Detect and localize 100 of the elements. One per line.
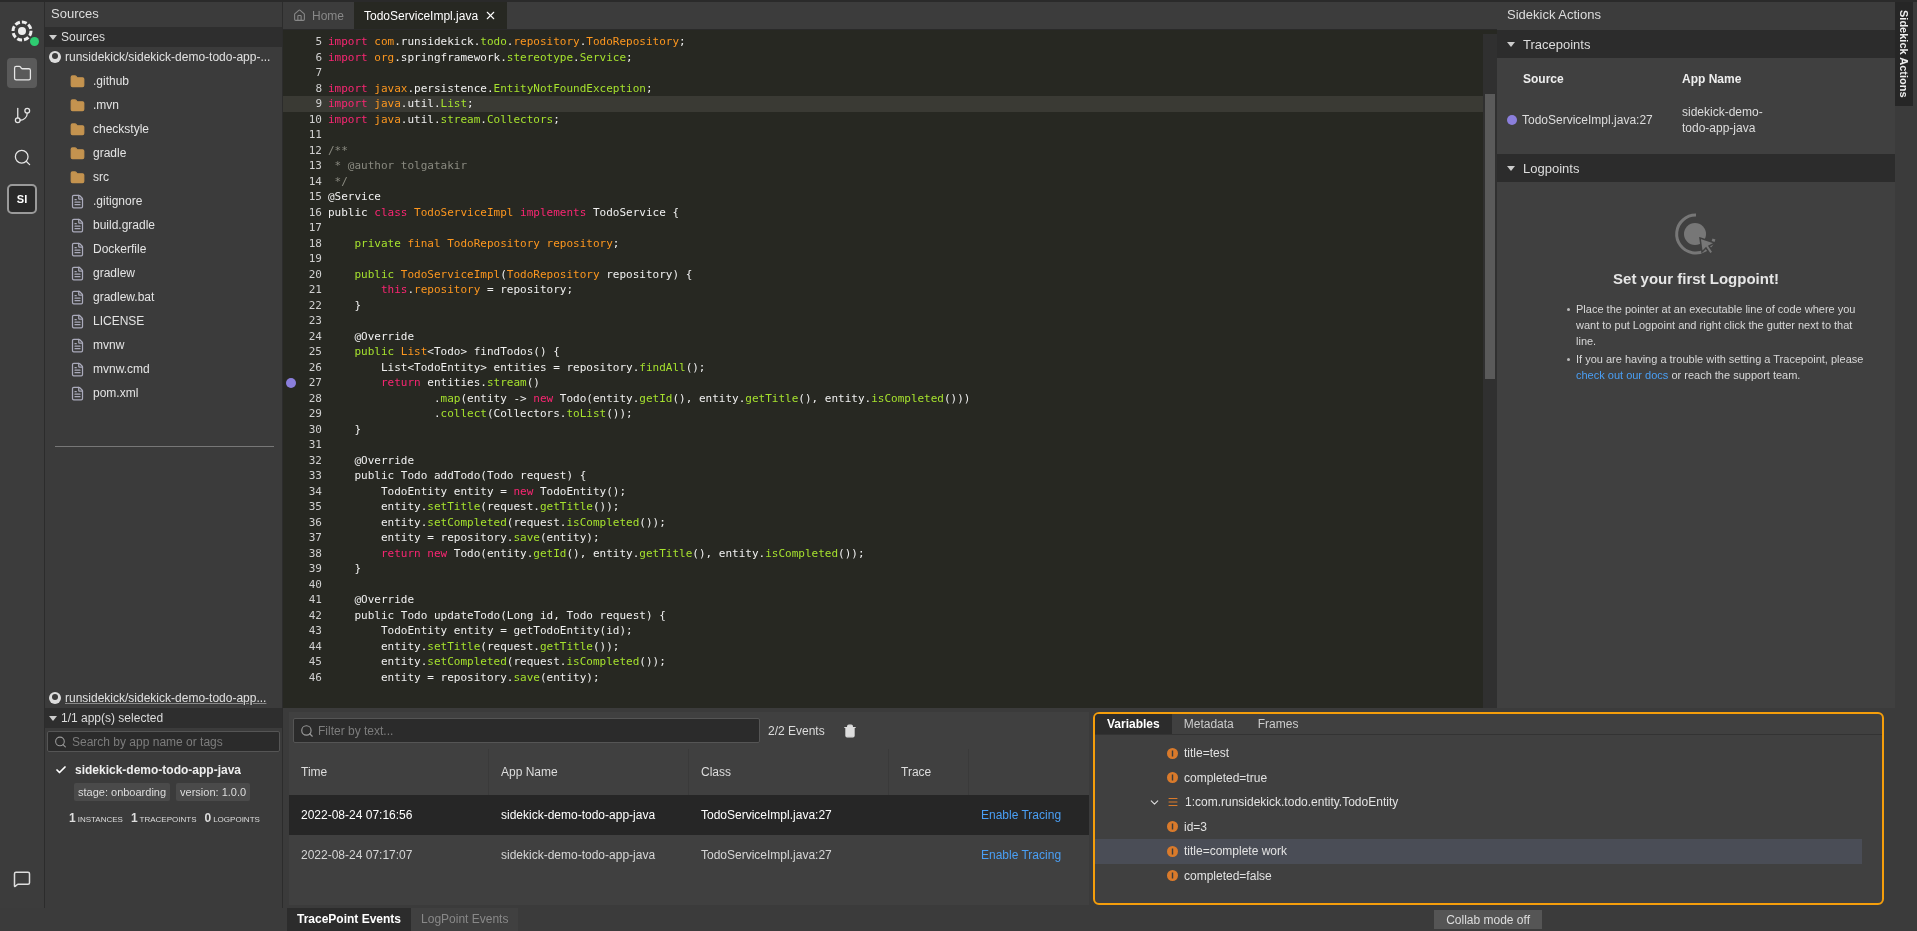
column-header: Class: [701, 765, 731, 779]
file-name: src: [93, 170, 109, 184]
line-number: 31: [307, 438, 322, 452]
field-icon: [1167, 747, 1178, 759]
variable-row[interactable]: title=complete work: [1095, 839, 1862, 864]
line-number: 46: [307, 670, 322, 684]
file-tree-item[interactable]: checkstyle: [70, 119, 282, 139]
file-tree-item[interactable]: LICENSE: [70, 311, 282, 331]
file-tree-item[interactable]: .gitignore: [70, 191, 282, 211]
variable-text: title=complete work: [1184, 844, 1288, 859]
file-name: .gitignore: [93, 194, 143, 208]
file-tree-item[interactable]: src: [70, 167, 282, 187]
variable-row[interactable]: id=3: [1095, 814, 1862, 839]
code-line: private final TodoRepository repository;: [353, 236, 620, 250]
code-line: entity.setTitle(request.getTitle());: [379, 639, 620, 653]
code-line: }: [353, 562, 362, 576]
stat-unit: LOGPOINTS: [213, 815, 260, 824]
app-name: sidekick-demo-todo-app-java: [75, 763, 242, 777]
field-icon: [1167, 845, 1178, 857]
field-icon: [1167, 870, 1178, 882]
scrollbar[interactable]: [1483, 34, 1497, 708]
docs-link[interactable]: check out our docs: [1576, 369, 1669, 381]
search-icon: [54, 735, 67, 748]
file-tree-item[interactable]: .github: [70, 71, 282, 91]
file-icon: [70, 265, 85, 281]
side-tab[interactable]: Sidekick Actions: [1895, 2, 1913, 106]
code-line: List<TodoEntity> entities = repository.findAll();: [379, 360, 706, 374]
events-tab[interactable]: TracePoint Events: [287, 908, 412, 931]
code-line: return new Todo(entity.getId(), entity.getTitle(), entity.isCompleted());: [379, 546, 865, 560]
file-tree-item[interactable]: gradle: [70, 143, 282, 163]
code-line: public TodoServiceImpl(TodoRepository repository) {: [353, 267, 693, 281]
table-cell: 2022-08-24 07:16:56: [301, 808, 413, 822]
code-line: @Override: [353, 329, 415, 343]
code-line: @Override: [353, 453, 415, 467]
trash-icon[interactable]: [842, 723, 857, 738]
search-field[interactable]: Search by app name or tags: [47, 731, 280, 752]
variable-row[interactable]: 1:com.runsidekick.todo.entity.TodoEntity: [1095, 790, 1862, 815]
enable-tracing-link[interactable]: Enable Tracing: [981, 808, 1062, 822]
code-line: @Override: [353, 593, 415, 607]
line-number: 45: [307, 655, 322, 669]
table-cell[interactable]: TodoServiceImpl.java:27: [1522, 113, 1653, 127]
tag: stage: onboarding: [74, 783, 171, 801]
line-number: 29: [307, 407, 322, 421]
file-tree-item[interactable]: pom.xml: [70, 383, 282, 403]
panel-tab[interactable]: Variables: [1095, 714, 1172, 734]
tab-label: Home: [312, 8, 344, 23]
section-header[interactable]: Logpoints: [1497, 154, 1895, 182]
variable-text: completed=false: [1184, 868, 1272, 883]
folder-icon: [70, 97, 85, 113]
file-tree-item[interactable]: build.gradle: [70, 215, 282, 235]
home-icon: [293, 9, 306, 22]
repo-link[interactable]: runsidekick/sidekick-demo-todo-app...: [65, 691, 267, 705]
code-line: import com.runsidekick.todo.repository.TodoRepository;: [328, 35, 686, 49]
line-number: 6: [314, 50, 322, 64]
line-number: 42: [307, 608, 322, 622]
line-number: 8: [314, 81, 322, 95]
enable-tracing-link[interactable]: Enable Tracing: [981, 848, 1062, 862]
checkbox[interactable]: [55, 764, 67, 776]
stat-number: 1: [130, 811, 138, 825]
file-tree-item[interactable]: gradlew: [70, 263, 282, 283]
table-row[interactable]: 2022-08-24 07:17:07 sidekick-demo-todo-app-java TodoServiceImpl.java:27 Enable Tracing: [289, 835, 1089, 875]
explorer-button[interactable]: [7, 58, 37, 88]
file-tree-item[interactable]: mvnw.cmd: [70, 359, 282, 379]
folder-icon: [70, 121, 85, 137]
file-icon: [70, 193, 85, 209]
code-line: @Service: [328, 190, 381, 204]
sidekick-button[interactable]: SI: [7, 184, 37, 214]
line-number: 35: [307, 500, 322, 514]
repo-name[interactable]: runsidekick/sidekick-demo-todo-app-...: [65, 50, 271, 64]
table-row[interactable]: 2022-08-24 07:16:56 sidekick-demo-todo-app-java TodoServiceImpl.java:27 Enable Tracing: [289, 795, 1089, 835]
collab-mode-button[interactable]: Collab mode off: [1434, 910, 1542, 929]
section-header[interactable]: 1/1 app(s) selected: [45, 708, 282, 728]
bullet-icon: [1567, 308, 1570, 311]
editor-tab[interactable]: TodoServiceImpl.java: [354, 2, 508, 29]
file-tree-item[interactable]: mvnw: [70, 335, 282, 355]
filter-field[interactable]: Filter by text...: [293, 718, 760, 743]
file-name: .github: [93, 74, 130, 88]
file-tree-item[interactable]: .mvn: [70, 95, 282, 115]
column-header: Trace: [901, 765, 932, 779]
section-header[interactable]: Tracepoints: [1497, 30, 1895, 58]
section-header[interactable]: Sources: [45, 27, 282, 47]
panel-tab[interactable]: Frames: [1245, 714, 1311, 734]
field-icon: [1167, 772, 1178, 784]
variable-row[interactable]: completed=false: [1095, 863, 1862, 888]
line-number: 15: [307, 190, 322, 204]
file-tree-item[interactable]: Dockerfile: [70, 239, 282, 259]
line-number: 38: [307, 546, 322, 560]
variable-row[interactable]: title=test: [1095, 741, 1862, 766]
chat-icon[interactable]: [13, 870, 31, 888]
line-number: 24: [307, 329, 322, 343]
breakpoint-dot[interactable]: [286, 377, 296, 388]
variable-row[interactable]: completed=true: [1095, 765, 1862, 790]
panel-title: Sources: [50, 5, 100, 23]
line-number: 33: [307, 469, 322, 483]
line-number: 44: [307, 639, 322, 653]
file-tree-item[interactable]: gradlew.bat: [70, 287, 282, 307]
github-icon: [49, 51, 61, 63]
panel-tab[interactable]: Metadata: [1171, 714, 1246, 734]
file-name: LICENSE: [93, 314, 145, 328]
code-line: import java.util.List;: [328, 97, 474, 111]
